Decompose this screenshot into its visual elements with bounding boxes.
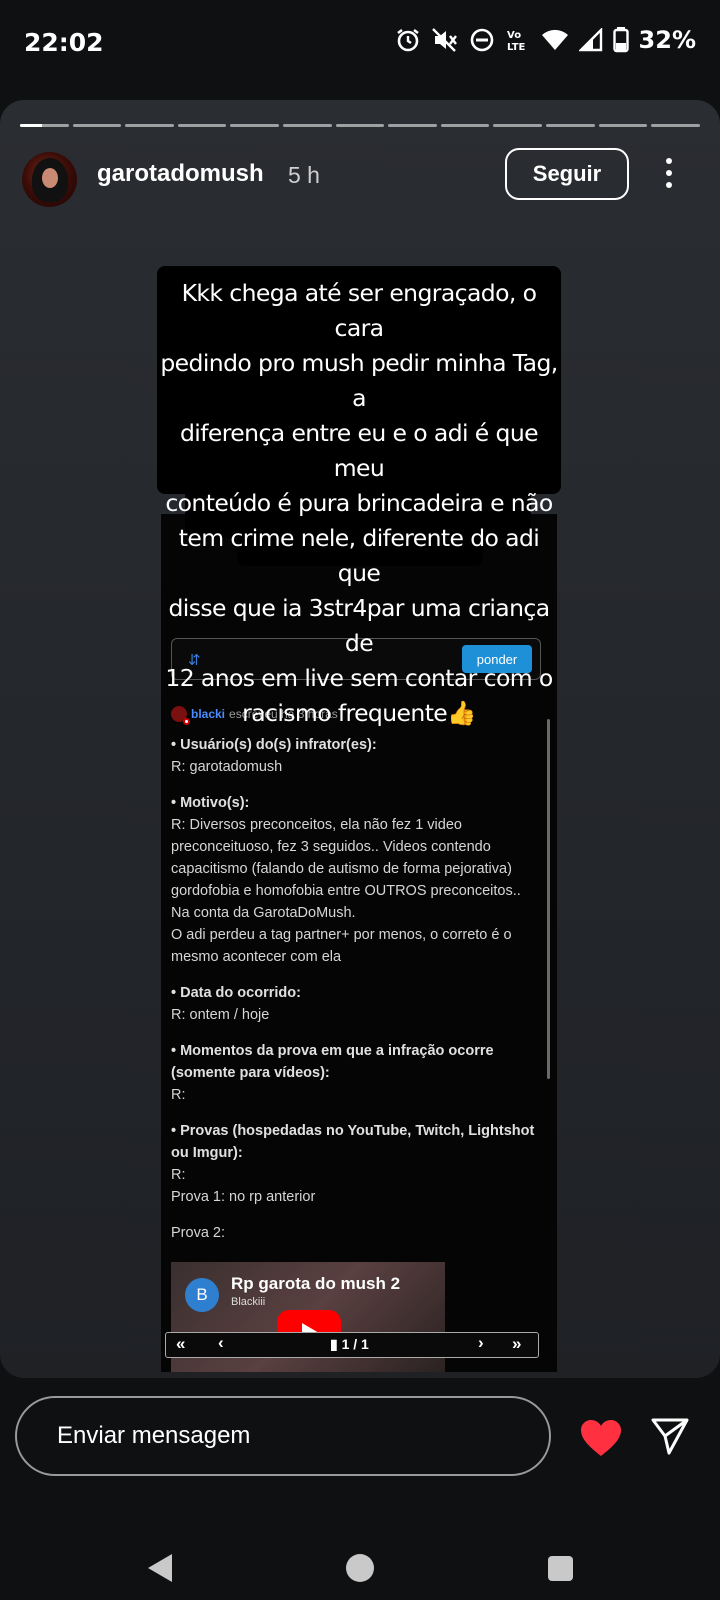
post-question: • Data do ocorrido: <box>171 985 301 1001</box>
video-title: Rp garota do mush 2 <box>231 1274 401 1293</box>
more-options-icon[interactable] <box>664 158 674 192</box>
document-icon: ▮ <box>330 1336 342 1352</box>
post-answer: R: <box>171 1087 186 1103</box>
avatar[interactable] <box>22 152 77 207</box>
story-username[interactable]: garotadomush <box>97 160 264 188</box>
post-paragraph: • Momentos da prova em que a infração oc… <box>171 1040 541 1106</box>
mute-icon <box>431 28 457 52</box>
svg-text:LTE: LTE <box>507 42 526 53</box>
post-answer: R: garotadomush <box>171 759 283 775</box>
video-channel-avatar: B <box>185 1278 219 1312</box>
post-question: • Motivo(s): <box>171 795 250 811</box>
post-answer: R: Diversos preconceitos, ela não fez 1 … <box>171 817 521 921</box>
prev-page-icon: ‹ <box>218 1333 224 1352</box>
status-time: 22:02 <box>24 28 104 57</box>
post-scrollbar <box>547 719 550 1079</box>
volte-icon: VoLTE <box>507 30 526 53</box>
story-progress-segment <box>230 124 280 127</box>
story-progress-bar <box>20 124 700 127</box>
story-progress-segment <box>72 124 122 127</box>
system-nav-bar <box>0 1510 720 1600</box>
back-icon[interactable] <box>146 1552 174 1584</box>
story-progress-segment <box>598 124 648 127</box>
story-progress-segment <box>283 124 332 127</box>
page-indicator: ▮ 1 / 1 <box>330 1336 369 1352</box>
post-question: • Momentos da prova em que a infração oc… <box>171 1043 494 1081</box>
post-paragraph: Prova 2: <box>171 1222 541 1244</box>
story-progress-segment <box>493 124 543 127</box>
video-channel: Blackiii <box>231 1296 266 1308</box>
story-caption: Kkk chega até ser engraçado, o cara pedi… <box>157 266 561 727</box>
post-paragraph: • Usuário(s) do(s) infrator(es): R: garot… <box>171 734 541 778</box>
home-icon[interactable] <box>346 1554 374 1582</box>
story-progress-segment <box>177 124 227 127</box>
post-body: • Usuário(s) do(s) infrator(es): R: garot… <box>171 734 541 1258</box>
signal-icon <box>578 28 602 52</box>
story-progress-segment <box>651 124 700 127</box>
battery-icon <box>612 27 629 53</box>
story-progress-segment <box>546 124 595 127</box>
heart-icon[interactable] <box>579 1418 623 1458</box>
post-paragraph: • Provas (hospedadas no YouTube, Twitch,… <box>171 1120 541 1208</box>
story-progress-segment <box>388 124 437 127</box>
post-paragraph: • Data do ocorrido: R: ontem / hoje <box>171 982 541 1026</box>
dnd-icon <box>470 28 493 52</box>
story-viewer[interactable]: garotadomush 5 h Seguir ⇵ ponder blacki … <box>0 100 720 1378</box>
story-time-ago: 5 h <box>288 162 320 188</box>
alarm-icon <box>396 29 419 52</box>
status-bar: 22:02 Vo LTE 32% <box>0 0 720 80</box>
svg-text:Vo: Vo <box>507 30 521 41</box>
post-answer: O adi perdeu a tag partner+ por menos, o… <box>171 927 512 965</box>
story-progress-segment <box>335 124 385 127</box>
post-answer: R: ontem / hoje <box>171 1007 270 1023</box>
story-progress-segment <box>20 124 69 127</box>
first-page-icon: « <box>176 1334 186 1353</box>
message-placeholder: Enviar mensagem <box>57 1422 251 1449</box>
status-icons: Vo LTE 32% <box>395 26 696 54</box>
message-input[interactable]: Enviar mensagem <box>15 1396 551 1476</box>
battery-percent: 32% <box>638 26 696 54</box>
next-page-icon: › <box>478 1333 484 1352</box>
post-answer: Prova 2: <box>171 1225 225 1241</box>
story-caption-text: Kkk chega até ser engraçado, o cara pedi… <box>160 279 558 727</box>
last-page-icon: » <box>512 1334 522 1353</box>
pagination-bar: « ‹ ▮ 1 / 1 › » <box>165 1332 539 1358</box>
wifi-icon <box>541 29 568 50</box>
story-progress-segment <box>440 124 490 127</box>
send-icon[interactable] <box>650 1416 690 1456</box>
post-paragraph: • Motivo(s): R: Diversos preconceitos, el… <box>171 792 541 968</box>
story-progress-segment <box>125 124 174 127</box>
post-answer: Prova 1: no rp anterior <box>171 1189 316 1205</box>
post-answer: R: <box>171 1167 186 1183</box>
post-question: • Provas (hospedadas no YouTube, Twitch,… <box>171 1123 535 1161</box>
post-question: • Usuário(s) do(s) infrator(es): <box>171 737 377 753</box>
recents-icon[interactable] <box>548 1556 573 1581</box>
follow-button[interactable]: Seguir <box>505 148 629 200</box>
